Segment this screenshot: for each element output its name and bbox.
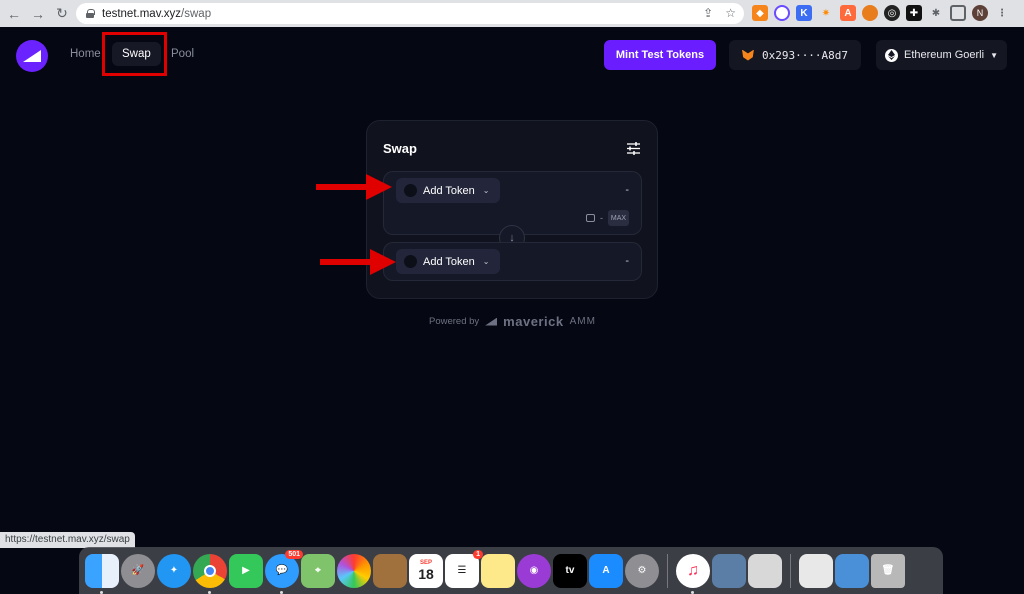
powered-by[interactable]: Powered by maverick AMM <box>429 314 596 329</box>
system-preferences-icon[interactable]: ⚙ <box>625 553 659 588</box>
finder-icon[interactable] <box>85 553 119 594</box>
max-button[interactable]: MAX <box>608 210 629 226</box>
trash-icon[interactable]: 🗑 <box>871 553 905 588</box>
maverick-logo[interactable] <box>16 40 48 72</box>
token-placeholder-icon <box>404 255 417 268</box>
wallet-icon <box>586 214 595 222</box>
messages-badge: 501 <box>285 549 303 559</box>
to-token-label: Add Token <box>423 255 475 268</box>
tv-label: tv <box>565 565 575 576</box>
messages-icon[interactable]: 💬 501 <box>265 549 303 594</box>
contacts-icon[interactable] <box>373 553 407 588</box>
network-selector[interactable]: Ethereum Goerli ▼ <box>876 40 1007 70</box>
wallet-address: 0x293····A8d7 <box>761 48 849 62</box>
sidepanel-icon[interactable] <box>950 5 966 21</box>
from-add-token-button[interactable]: Add Token ⌄ <box>396 178 500 203</box>
maps-icon[interactable]: ⌖ <box>301 553 335 588</box>
token-placeholder-icon <box>404 184 417 197</box>
logo-mark-icon <box>23 50 41 62</box>
extensions-bar: ◆ K ✷ A ◎ ✚ ✱ N ⋮ <box>752 5 1010 21</box>
forward-icon[interactable]: → <box>28 4 48 24</box>
extensions-puzzle-icon[interactable]: ✱ <box>928 5 944 21</box>
facetime-icon[interactable]: ▶ <box>229 553 263 588</box>
ethereum-icon <box>884 48 898 62</box>
extension-k-icon[interactable]: K <box>796 5 812 21</box>
preview-icon[interactable] <box>712 553 746 588</box>
chrome-icon[interactable] <box>193 553 227 594</box>
metamask-extension-icon[interactable]: ◆ <box>752 5 768 21</box>
browser-toolbar: ← → ↻ testnet.mav.xyz/swap ⇪ ☆ ◆ K ✷ A ◎… <box>0 0 1024 27</box>
reminders-icon[interactable]: ☰ 1 <box>445 549 483 588</box>
reload-icon[interactable]: ↻ <box>52 4 72 24</box>
extension-a-icon[interactable]: A <box>840 5 856 21</box>
maverick-brand: maverick <box>503 314 564 329</box>
safari-icon[interactable]: ✦ <box>157 553 191 588</box>
profile-avatar[interactable]: N <box>972 5 988 21</box>
menu-kebab-icon[interactable]: ⋮ <box>994 5 1010 21</box>
address-bar[interactable]: testnet.mav.xyz/swap ⇪ ☆ <box>76 3 744 24</box>
extension-spark-icon[interactable]: ✷ <box>818 5 834 21</box>
back-icon[interactable]: ← <box>4 4 24 24</box>
lock-icon <box>86 9 95 18</box>
folder-icon[interactable] <box>835 553 869 588</box>
from-balance: - <box>600 213 603 223</box>
powered-by-label: Powered by <box>429 316 480 327</box>
wallet-button[interactable]: 0x293····A8d7 <box>729 40 861 70</box>
settings-sliders-icon[interactable] <box>626 141 641 156</box>
to-token-panel: Add Token ⌄ - <box>383 242 642 281</box>
metamask-fox-icon <box>741 49 754 61</box>
from-amount-input[interactable]: - <box>625 184 629 196</box>
launchpad-icon[interactable]: 🚀 <box>121 553 155 588</box>
from-token-label: Add Token <box>423 184 475 197</box>
nav-pool[interactable]: Pool <box>171 48 194 60</box>
app-store-icon[interactable]: A <box>589 553 623 588</box>
chevron-down-icon: ⌄ <box>482 257 490 266</box>
network-name: Ethereum Goerli <box>903 49 985 61</box>
documents-stack-icon[interactable] <box>799 553 833 588</box>
annotation-highlight-box <box>102 32 167 76</box>
swap-title: Swap <box>383 141 417 156</box>
podcasts-icon[interactable]: ◉ <box>517 553 551 588</box>
amm-label: AMM <box>569 316 596 327</box>
annotation-arrow-icon <box>320 249 396 275</box>
photos-icon[interactable] <box>337 553 371 588</box>
extension-globe-icon[interactable]: ◎ <box>884 5 900 21</box>
dock-separator <box>790 553 791 588</box>
nav-home[interactable]: Home <box>70 48 101 60</box>
from-balance-row: - MAX <box>586 210 629 226</box>
bookmark-star-icon[interactable]: ☆ <box>725 6 736 20</box>
maverick-mark-icon <box>485 317 498 326</box>
chevron-down-icon: ⌄ <box>482 186 490 195</box>
annotation-arrow-icon <box>316 174 392 200</box>
status-bar-url: https://testnet.mav.xyz/swap <box>0 532 135 548</box>
to-add-token-button[interactable]: Add Token ⌄ <box>396 249 500 274</box>
calendar-icon[interactable]: SEP 18 <box>409 553 443 588</box>
calendar-day: 18 <box>418 565 434 582</box>
to-amount-input[interactable]: - <box>625 255 629 267</box>
swap-card: Swap Add Token ⌄ - - MAX ↓ Add Token ⌄ - <box>366 120 658 299</box>
music-icon[interactable]: ♫ <box>676 553 710 594</box>
archive-utility-icon[interactable] <box>748 553 782 588</box>
notes-icon[interactable] <box>481 553 515 588</box>
mint-test-tokens-button[interactable]: Mint Test Tokens <box>604 40 716 70</box>
caret-down-icon: ▼ <box>990 50 998 60</box>
apple-tv-icon[interactable]: tv <box>553 553 587 588</box>
extension-grid-icon[interactable]: ✚ <box>906 5 922 21</box>
extension-ring-icon[interactable] <box>774 5 790 21</box>
extension-orange-icon[interactable] <box>862 5 878 21</box>
share-icon[interactable]: ⇪ <box>703 6 713 20</box>
url-text: testnet.mav.xyz/swap <box>102 7 212 20</box>
dock-separator <box>667 553 668 588</box>
macos-dock: 🚀 ✦ ▶ 💬 501 ⌖ SEP 18 ☰ 1 ◉ tv A ⚙ ♫ 🗑 <box>79 547 943 594</box>
